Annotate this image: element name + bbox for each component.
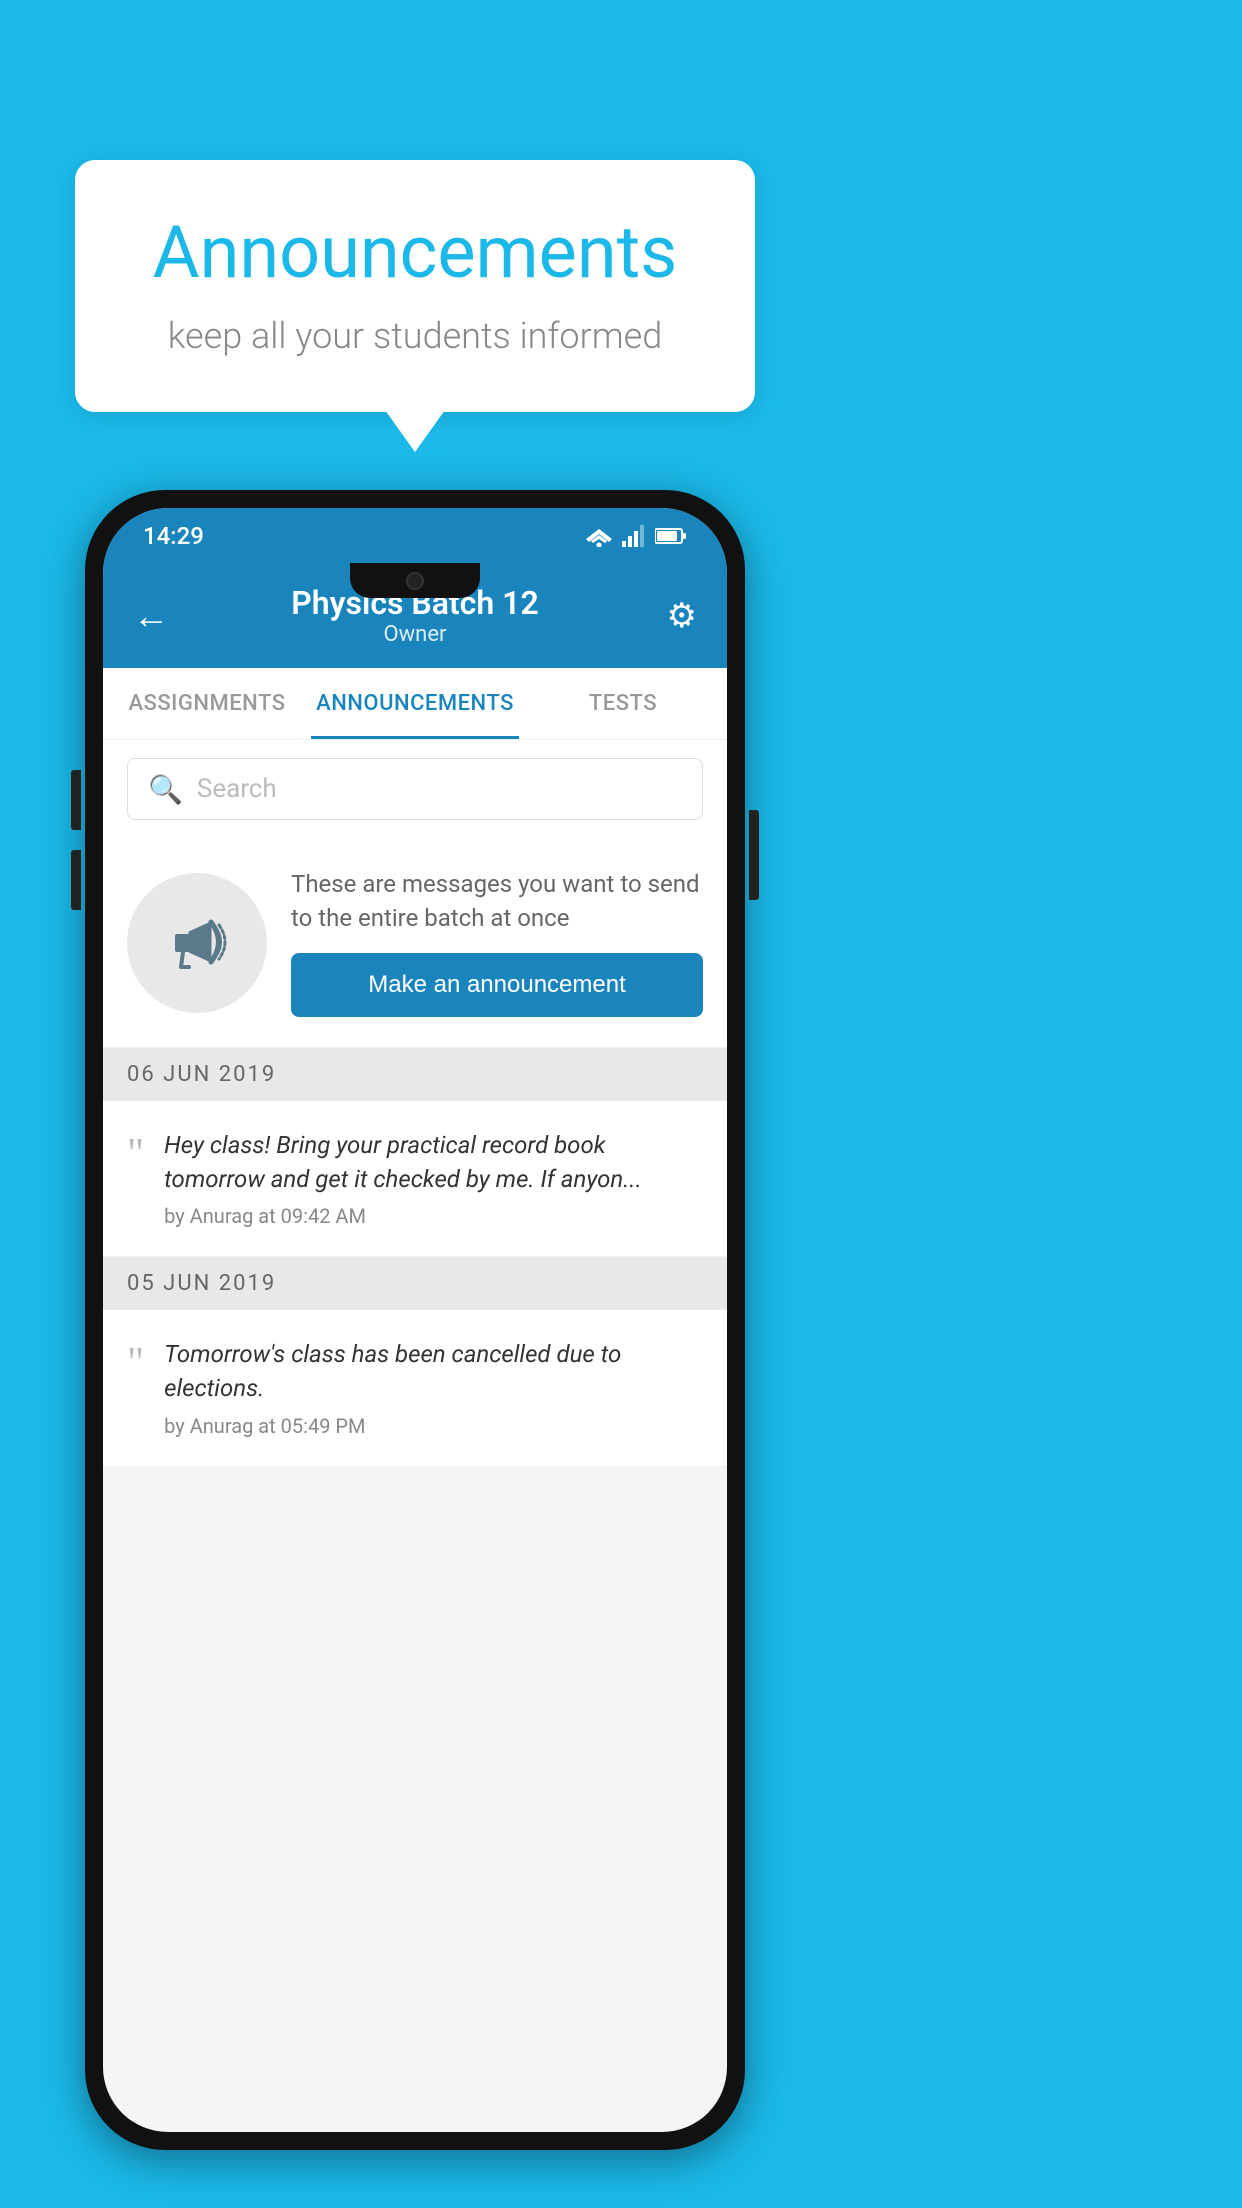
power-button xyxy=(749,810,759,900)
announcement-promo: These are messages you want to send to t… xyxy=(103,838,727,1048)
tabs-bar: ASSIGNMENTS ANNOUNCEMENTS TESTS xyxy=(103,668,727,740)
date-separator-2: 05 JUN 2019 xyxy=(103,1257,727,1310)
tab-announcements[interactable]: ANNOUNCEMENTS xyxy=(311,668,519,739)
signal-icon xyxy=(622,525,647,547)
speech-bubble: Announcements keep all your students inf… xyxy=(75,160,755,412)
announcement-promo-right: These are messages you want to send to t… xyxy=(291,868,703,1017)
announcement-meta-2: by Anurag at 05:49 PM xyxy=(164,1414,703,1438)
date-separator-1: 06 JUN 2019 xyxy=(103,1048,727,1101)
search-placeholder: Search xyxy=(197,774,277,804)
settings-icon[interactable]: ⚙ xyxy=(647,596,697,636)
quote-icon-2: " xyxy=(127,1342,144,1384)
search-input[interactable]: 🔍 Search xyxy=(127,758,703,820)
tab-assignments[interactable]: ASSIGNMENTS xyxy=(103,668,311,739)
tab-tests[interactable]: TESTS xyxy=(519,668,727,739)
speech-bubble-title: Announcements xyxy=(135,210,695,295)
app-bar-subtitle: Owner xyxy=(183,622,647,647)
back-button[interactable]: ← xyxy=(133,595,183,637)
megaphone-icon xyxy=(161,907,233,979)
phone-notch xyxy=(350,563,480,598)
announcement-text-1: Hey class! Bring your practical record b… xyxy=(164,1129,703,1196)
volume-up-button xyxy=(71,770,81,830)
announcement-item-1[interactable]: " Hey class! Bring your practical record… xyxy=(103,1101,727,1257)
phone-screen: 14:29 xyxy=(103,508,727,2132)
announcement-content-1: Hey class! Bring your practical record b… xyxy=(164,1129,703,1228)
search-icon: 🔍 xyxy=(148,773,183,806)
status-bar: 14:29 xyxy=(103,508,727,563)
volume-down-button xyxy=(71,850,81,910)
battery-icon xyxy=(655,528,687,544)
announcement-icon-circle xyxy=(127,873,267,1013)
announcement-meta-1: by Anurag at 09:42 AM xyxy=(164,1204,703,1228)
announcement-promo-description: These are messages you want to send to t… xyxy=(291,868,703,935)
speech-bubble-container: Announcements keep all your students inf… xyxy=(75,160,755,412)
announcement-item-2[interactable]: " Tomorrow's class has been cancelled du… xyxy=(103,1310,727,1466)
quote-icon-1: " xyxy=(127,1133,144,1175)
status-icons xyxy=(584,525,687,547)
announcement-text-2: Tomorrow's class has been cancelled due … xyxy=(164,1338,703,1405)
speech-bubble-subtitle: keep all your students informed xyxy=(135,315,695,357)
front-camera xyxy=(406,572,424,590)
announcement-content-2: Tomorrow's class has been cancelled due … xyxy=(164,1338,703,1437)
make-announcement-button[interactable]: Make an announcement xyxy=(291,953,703,1017)
search-bar: 🔍 Search xyxy=(103,740,727,838)
wifi-icon xyxy=(584,525,614,547)
status-time: 14:29 xyxy=(143,522,204,550)
phone-outer: 14:29 xyxy=(85,490,745,2150)
phone-mockup: 14:29 xyxy=(85,490,745,2150)
